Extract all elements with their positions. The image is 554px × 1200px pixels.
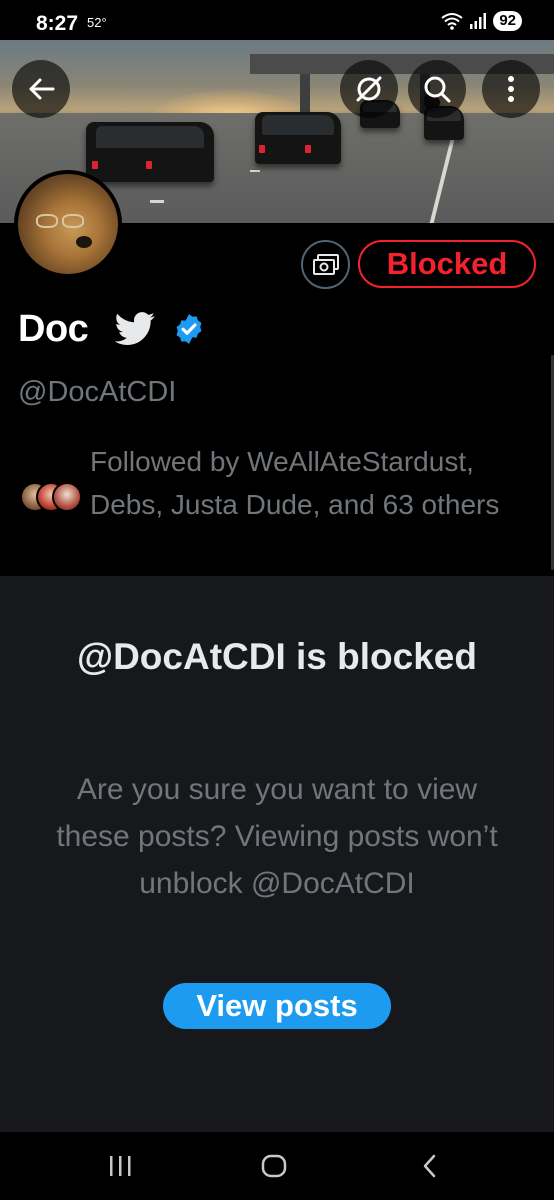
recent-apps-button[interactable]	[90, 1146, 150, 1186]
money-icon	[312, 253, 339, 275]
view-posts-button[interactable]: View posts	[163, 983, 391, 1029]
twitter-bird-icon	[114, 312, 155, 345]
recent-apps-icon	[110, 1156, 131, 1176]
avatar-glasses-lens	[36, 214, 58, 228]
more-vertical-icon	[508, 76, 514, 102]
home-icon	[261, 1154, 287, 1178]
system-navigation-bar	[0, 1132, 554, 1200]
search-icon	[424, 76, 451, 103]
avatar-nose	[76, 236, 92, 248]
followed-by-section[interactable]: Followed by WeAllAteStardust, Debs, Just…	[20, 440, 540, 564]
home-button[interactable]	[244, 1146, 304, 1186]
status-time: 8:27	[36, 12, 79, 35]
notifications-off-button[interactable]	[340, 60, 398, 118]
blocked-notice-panel: @DocAtCDI is blocked Are you sure you wa…	[0, 576, 554, 1132]
no-signal-icon	[356, 76, 382, 102]
blocked-notice-title: @DocAtCDI is blocked	[77, 636, 477, 677]
back-arrow-icon	[29, 78, 55, 100]
follower-avatar	[52, 482, 82, 512]
avatar-glasses-lens	[62, 214, 84, 228]
name-badges	[114, 312, 206, 346]
status-right: 92	[441, 11, 522, 31]
more-options-button[interactable]	[482, 60, 540, 118]
banner-lane-dash	[250, 170, 260, 172]
profile-handle: @DocAtCDI	[18, 376, 177, 408]
blocked-button[interactable]: Blocked	[358, 240, 536, 288]
avatar[interactable]	[14, 170, 122, 278]
search-button[interactable]	[408, 60, 466, 118]
status-bar: 8:27 52° 92	[0, 0, 554, 40]
tip-button[interactable]	[301, 240, 350, 289]
verified-badge-icon	[176, 314, 202, 344]
battery-indicator: 92	[493, 11, 522, 31]
banner-hearse	[255, 112, 341, 164]
system-back-button[interactable]	[400, 1146, 460, 1186]
back-button[interactable]	[12, 60, 70, 118]
display-name: Doc	[18, 308, 89, 350]
blocked-notice-description: Are you sure you want to view these post…	[56, 773, 498, 900]
banner-hearse	[86, 122, 214, 182]
wifi-6-icon	[441, 13, 463, 30]
status-temperature: 52°	[87, 15, 107, 30]
followed-by-text: Followed by WeAllAteStardust, Debs, Just…	[90, 446, 500, 520]
signal-icon	[470, 13, 487, 29]
banner-lane-dash	[150, 200, 164, 203]
back-icon	[423, 1154, 436, 1178]
